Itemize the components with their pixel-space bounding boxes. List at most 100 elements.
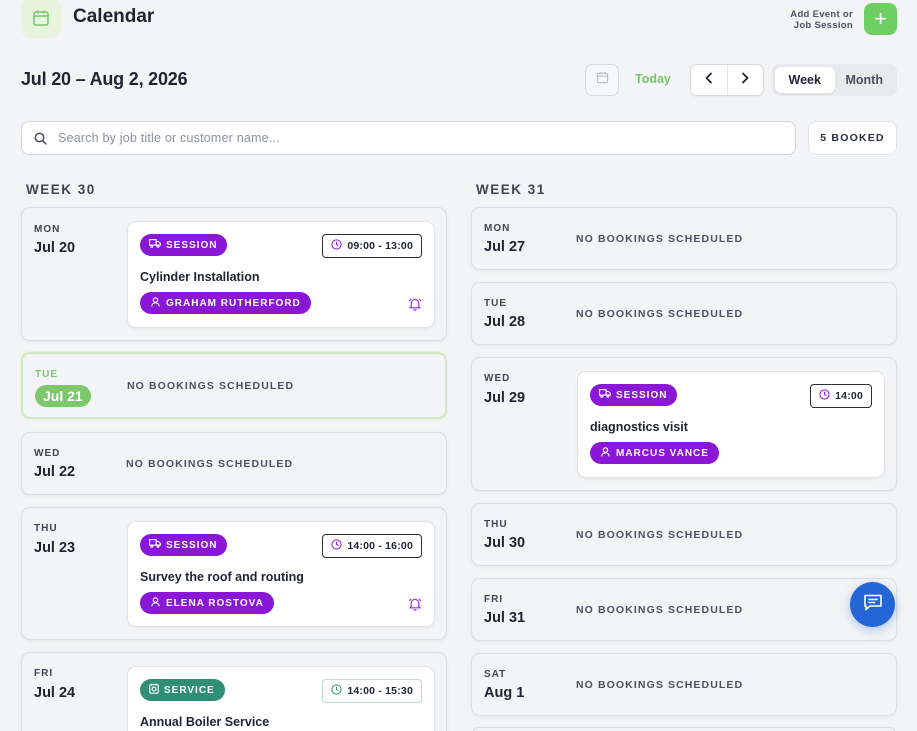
event-card[interactable]: SESSION 14:00 - 16:00 Survey the roof an…	[127, 521, 435, 627]
booked-count-badge[interactable]: 5 BOOKED	[808, 121, 897, 155]
day-date: Aug 1	[484, 685, 525, 701]
day-date: Jul 22	[34, 464, 76, 480]
day-date: Jul 29	[484, 390, 526, 406]
day-card-jul-28: TUE Jul 28 NO BOOKINGS SCHEDULED	[471, 282, 897, 345]
event-time-label: 14:00 - 15:30	[347, 685, 413, 697]
search-icon	[34, 132, 47, 150]
date-picker-button[interactable]	[585, 64, 619, 96]
day-of-week: WED	[484, 373, 511, 384]
user-icon	[601, 446, 610, 460]
user-icon	[151, 596, 160, 610]
week-heading: WEEK 31	[476, 182, 546, 197]
previous-week-button[interactable]	[691, 65, 727, 95]
event-time: 14:00 - 15:30	[322, 679, 422, 703]
search-input[interactable]	[58, 122, 788, 154]
date-range-title: Jul 20 – Aug 2, 2026	[21, 69, 188, 89]
no-bookings-label: NO BOOKINGS SCHEDULED	[576, 679, 744, 691]
truck-icon	[599, 389, 611, 401]
today-date-pill: Jul 21	[35, 385, 91, 407]
event-type-badge: SESSION	[140, 534, 228, 556]
event-time: 14:00	[810, 384, 872, 408]
day-card-jul-23: THU Jul 23 SESSION 14:00 - 16:00 Survey …	[21, 507, 447, 640]
month-view-tab[interactable]: Month	[835, 67, 895, 93]
add-event-button[interactable]: +	[864, 3, 897, 35]
event-card[interactable]: SESSION 14:00 diagnostics visit MARCUS V…	[577, 371, 885, 478]
day-date: Jul 24	[34, 685, 76, 701]
week-navigation	[690, 64, 764, 96]
page-title: Calendar	[73, 6, 155, 27]
day-card-jul-31: FRI Jul 31 NO BOOKINGS SCHEDULED	[471, 578, 897, 641]
day-of-week: WED	[34, 448, 61, 459]
event-type-badge: SESSION	[140, 234, 228, 256]
no-bookings-label: NO BOOKINGS SCHEDULED	[576, 529, 744, 541]
next-week-button[interactable]	[726, 65, 764, 95]
chat-button[interactable]	[850, 582, 895, 627]
assignee-badge[interactable]: GRAHAM RUTHERFORD	[140, 292, 311, 314]
day-date: Jul 30	[484, 535, 526, 551]
clock-icon	[331, 239, 342, 253]
search-bar	[21, 121, 796, 155]
plus-icon: +	[874, 6, 887, 31]
no-bookings-label: NO BOOKINGS SCHEDULED	[127, 380, 295, 392]
event-type-label: SESSION	[616, 389, 668, 401]
day-date: Jul 28	[484, 314, 526, 330]
day-card-jul-24: FRI Jul 24 SERVICE 14:00 - 15:30 Annual …	[21, 652, 447, 731]
no-bookings-label: NO BOOKINGS SCHEDULED	[576, 604, 744, 616]
view-toggle: Week Month	[772, 64, 897, 96]
app-header: Calendar Add Event or Job Session +	[0, 0, 917, 40]
event-type-label: SESSION	[166, 539, 218, 551]
day-of-week: MON	[34, 224, 61, 235]
assignee-name: GRAHAM RUTHERFORD	[166, 297, 301, 309]
event-type-badge: SESSION	[590, 384, 678, 406]
day-card-jul-27: MON Jul 27 NO BOOKINGS SCHEDULED	[471, 207, 897, 270]
day-of-week: TUE	[484, 298, 507, 309]
truck-icon	[149, 539, 161, 551]
add-event-label-line1: Add Event or	[790, 9, 853, 20]
event-card[interactable]: SERVICE 14:00 - 15:30 Annual Boiler Serv…	[127, 666, 435, 731]
add-event-label[interactable]: Add Event or Job Session	[790, 9, 853, 31]
bell-icon[interactable]	[408, 597, 422, 616]
day-card-next	[471, 727, 897, 731]
day-card-jul-30: THU Jul 30 NO BOOKINGS SCHEDULED	[471, 503, 897, 566]
event-title: Annual Boiler Service	[140, 715, 270, 729]
event-type-badge: SERVICE	[140, 679, 225, 701]
day-of-week: SAT	[484, 669, 507, 680]
calendar-icon	[596, 71, 609, 89]
event-time-label: 09:00 - 13:00	[347, 240, 413, 252]
event-title: Cylinder Installation	[140, 270, 260, 284]
day-date: Jul 31	[484, 610, 526, 626]
day-card-jul-22: WED Jul 22 NO BOOKINGS SCHEDULED	[21, 432, 447, 495]
day-date: Jul 27	[484, 239, 526, 255]
assignee-name: ELENA ROSTOVA	[166, 597, 264, 609]
clock-icon	[819, 389, 830, 403]
calendar-icon	[21, 0, 61, 38]
chevron-left-icon	[704, 71, 714, 89]
day-of-week: TUE	[35, 369, 58, 380]
bell-icon[interactable]	[408, 297, 422, 316]
add-event-label-line2: Job Session	[793, 20, 853, 31]
day-of-week: MON	[484, 223, 511, 234]
truck-icon	[149, 239, 161, 251]
day-card-aug-1: SAT Aug 1 NO BOOKINGS SCHEDULED	[471, 653, 897, 716]
event-type-label: SERVICE	[164, 684, 215, 696]
day-of-week: FRI	[484, 594, 504, 605]
user-icon	[151, 296, 160, 310]
day-date: Jul 23	[34, 540, 76, 556]
event-time: 14:00 - 16:00	[322, 534, 422, 558]
no-bookings-label: NO BOOKINGS SCHEDULED	[576, 233, 744, 245]
event-title: diagnostics visit	[590, 420, 688, 434]
week-view-tab[interactable]: Week	[775, 67, 835, 93]
no-bookings-label: NO BOOKINGS SCHEDULED	[576, 308, 744, 320]
event-time-label: 14:00 - 16:00	[347, 540, 413, 552]
assignee-badge[interactable]: ELENA ROSTOVA	[140, 592, 274, 614]
day-card-jul-29: WED Jul 29 SESSION 14:00 diagnostics vis…	[471, 357, 897, 491]
day-date: Jul 20	[34, 240, 76, 256]
today-button[interactable]: Today	[635, 72, 671, 86]
no-bookings-label: NO BOOKINGS SCHEDULED	[126, 458, 294, 470]
chat-icon	[863, 593, 883, 616]
chevron-right-icon	[740, 71, 750, 89]
event-card[interactable]: SESSION 09:00 - 13:00 Cylinder Installat…	[127, 221, 435, 328]
day-of-week: THU	[484, 519, 508, 530]
assignee-badge[interactable]: MARCUS VANCE	[590, 442, 719, 464]
day-of-week: FRI	[34, 668, 54, 679]
